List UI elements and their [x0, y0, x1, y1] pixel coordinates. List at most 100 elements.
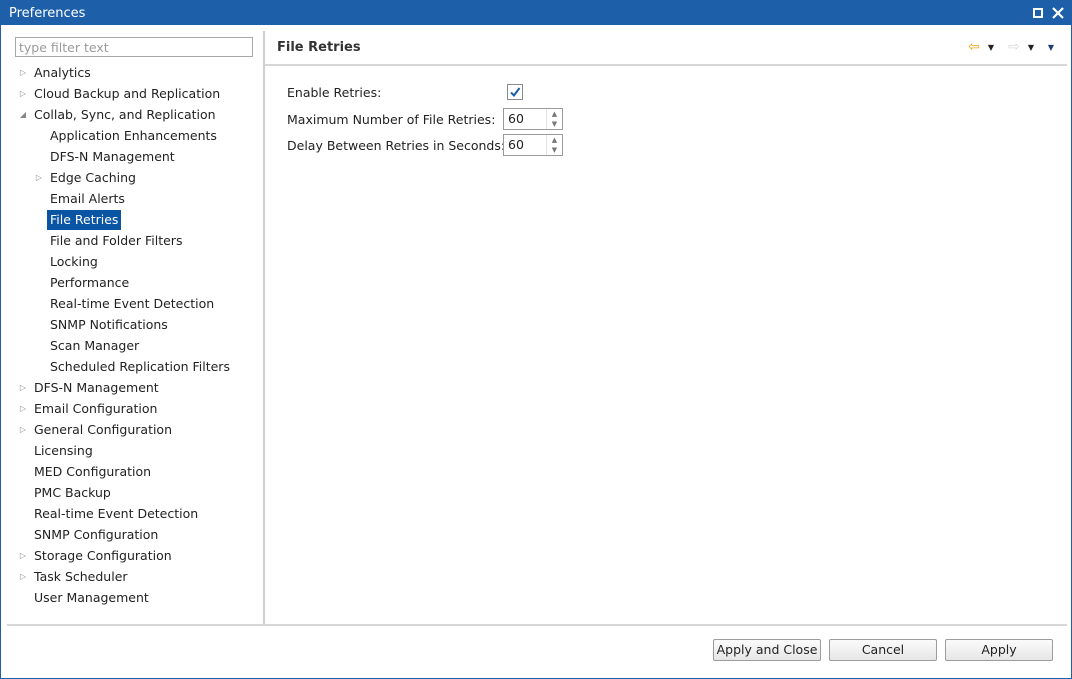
tree-item[interactable]: ▷ DFS-N Management [7, 377, 264, 398]
page-navigation: ⇦ ▼ ⇨ ▼ ▼ [965, 39, 1057, 55]
collapsed-arrow-icon[interactable]: ▷ [17, 83, 29, 104]
forward-arrow-icon[interactable]: ⇨ [1005, 39, 1023, 55]
tree-item-label: Email Configuration [34, 401, 158, 416]
tree-item[interactable]: MED Configuration [7, 461, 264, 482]
tree-item[interactable]: Application Enhancements [7, 125, 264, 146]
tree-item[interactable]: ▷ General Configuration [7, 419, 264, 440]
tree-item-label: PMC Backup [34, 485, 111, 500]
max-retries-value[interactable]: 60 [504, 109, 546, 129]
tree-item-label: Scan Manager [50, 338, 140, 353]
back-arrow-icon[interactable]: ⇦ [965, 39, 983, 55]
tree-item-label: MED Configuration [34, 464, 152, 479]
tree-item[interactable]: ▷ Task Scheduler [7, 566, 264, 587]
footer-separator [7, 624, 1067, 626]
title-bar: Preferences [1, 1, 1071, 25]
tree-item-label: Collab, Sync, and Replication [34, 107, 216, 122]
tree-item[interactable]: Scan Manager [7, 335, 264, 356]
tree-item[interactable]: Licensing [7, 440, 264, 461]
page-header: File Retries ⇦ ▼ ⇨ ▼ ▼ [265, 31, 1067, 64]
collapsed-arrow-icon[interactable]: ▷ [17, 62, 29, 83]
preferences-window: Preferences ▷ Analytics ▷ Cloud Backup and … [0, 0, 1072, 679]
forward-history-dropdown-icon[interactable]: ▼ [1025, 43, 1037, 52]
tree-item[interactable]: ◢ Collab, Sync, and Replication [7, 104, 264, 125]
retry-delay-label: Delay Between Retries in Seconds: [287, 137, 506, 153]
window-title: Preferences [9, 5, 86, 21]
spinner-up-icon[interactable]: ▲ [547, 135, 562, 145]
max-retries-row: Maximum Number of File Retries: 60 ▲ ▼ [287, 108, 563, 130]
close-icon [1052, 7, 1064, 19]
max-retries-label: Maximum Number of File Retries: [287, 111, 496, 127]
retry-delay-row: Delay Between Retries in Seconds: 60 ▲ ▼ [287, 134, 563, 156]
preferences-tree: ▷ Analytics ▷ Cloud Backup and Replication ◢… [7, 62, 264, 608]
cancel-button[interactable]: Cancel [829, 639, 937, 661]
view-menu-icon[interactable]: ▼ [1045, 43, 1057, 52]
tree-item[interactable]: ▷ Cloud Backup and Replication [7, 83, 264, 104]
tree-item-label: Locking [50, 254, 98, 269]
collapsed-arrow-icon[interactable]: ▷ [17, 377, 29, 398]
tree-item-label: General Configuration [34, 422, 173, 437]
retry-delay-spinner[interactable]: 60 ▲ ▼ [503, 134, 563, 156]
collapsed-arrow-icon[interactable]: ▷ [33, 167, 45, 188]
maximize-icon [1033, 8, 1043, 18]
filter-input[interactable] [15, 37, 253, 57]
tree-item[interactable]: Scheduled Replication Filters [7, 356, 264, 377]
tree-item-label: Edge Caching [50, 170, 136, 185]
tree-item[interactable]: Locking [7, 251, 264, 272]
checkmark-icon [510, 87, 521, 98]
tree-item-label: Real-time Event Detection [34, 506, 199, 521]
tree-item-label: Email Alerts [50, 191, 125, 206]
tree-item[interactable]: ▷ Storage Configuration [7, 545, 264, 566]
tree-item[interactable]: File and Folder Filters [7, 230, 264, 251]
spinner-up-icon[interactable]: ▲ [547, 109, 562, 119]
tree-item[interactable]: Email Alerts [7, 188, 264, 209]
apply-and-close-button[interactable]: Apply and Close [713, 639, 821, 661]
maximize-button[interactable] [1031, 6, 1045, 20]
tree-item[interactable]: File Retries [7, 209, 264, 230]
enable-retries-label: Enable Retries: [287, 84, 382, 100]
tree-item-label: Task Scheduler [34, 569, 128, 584]
enable-retries-checkbox[interactable] [507, 84, 523, 100]
apply-button[interactable]: Apply [945, 639, 1053, 661]
tree-item-label: File and Folder Filters [50, 233, 183, 248]
tree-item-label: User Management [34, 590, 149, 605]
tree-item-label: Storage Configuration [34, 548, 172, 563]
tree-item[interactable]: DFS-N Management [7, 146, 264, 167]
page-title: File Retries [277, 40, 361, 55]
tree-item-label: DFS-N Management [50, 149, 175, 164]
tree-item-label: Real-time Event Detection [50, 296, 215, 311]
tree-item[interactable]: User Management [7, 587, 264, 608]
tree-item-label: SNMP Configuration [34, 527, 159, 542]
back-history-dropdown-icon[interactable]: ▼ [985, 43, 997, 52]
tree-item-label: Cloud Backup and Replication [34, 86, 221, 101]
tree-item-label: Licensing [34, 443, 93, 458]
tree-item-label: SNMP Notifications [50, 317, 168, 332]
tree-item-label: Analytics [34, 65, 91, 80]
tree-item-label: DFS-N Management [34, 380, 159, 395]
spinner-down-icon[interactable]: ▼ [547, 145, 562, 155]
tree-item[interactable]: ▷ Edge Caching [7, 167, 264, 188]
tree-item[interactable]: ▷ Email Configuration [7, 398, 264, 419]
expanded-arrow-icon[interactable]: ◢ [17, 104, 29, 125]
preferences-tree-panel: ▷ Analytics ▷ Cloud Backup and Replication ◢… [7, 31, 264, 625]
close-button[interactable] [1051, 6, 1065, 20]
preference-page: File Retries ⇦ ▼ ⇨ ▼ ▼ Enable Retries: M [265, 31, 1067, 625]
retry-delay-value[interactable]: 60 [504, 135, 546, 155]
tree-item-label: Performance [50, 275, 130, 290]
tree-item-label: Application Enhancements [50, 128, 217, 143]
tree-item-label: File Retries [47, 210, 122, 230]
header-separator [265, 64, 1067, 66]
spinner-down-icon[interactable]: ▼ [547, 119, 562, 129]
tree-item[interactable]: ▷ Analytics [7, 62, 264, 83]
collapsed-arrow-icon[interactable]: ▷ [17, 398, 29, 419]
collapsed-arrow-icon[interactable]: ▷ [17, 545, 29, 566]
tree-item[interactable]: SNMP Configuration [7, 524, 264, 545]
tree-item-label: Scheduled Replication Filters [50, 359, 230, 374]
tree-item[interactable]: SNMP Notifications [7, 314, 264, 335]
tree-item[interactable]: PMC Backup [7, 482, 264, 503]
tree-item[interactable]: Performance [7, 272, 264, 293]
max-retries-spinner[interactable]: 60 ▲ ▼ [503, 108, 563, 130]
collapsed-arrow-icon[interactable]: ▷ [17, 566, 29, 587]
tree-item[interactable]: Real-time Event Detection [7, 503, 264, 524]
collapsed-arrow-icon[interactable]: ▷ [17, 419, 29, 440]
tree-item[interactable]: Real-time Event Detection [7, 293, 264, 314]
